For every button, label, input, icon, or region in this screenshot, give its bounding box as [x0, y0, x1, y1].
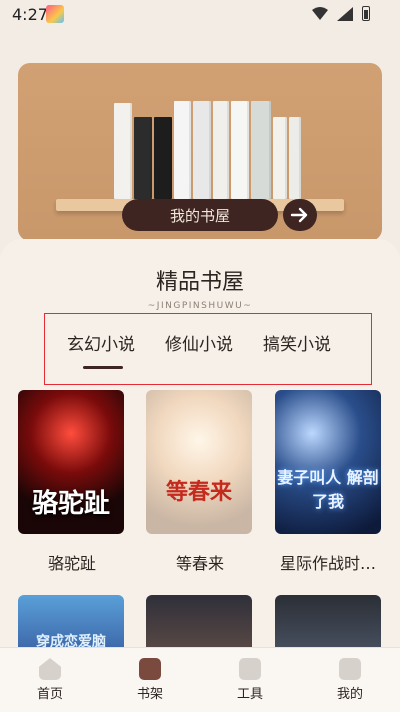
- book-cover[interactable]: [146, 595, 252, 655]
- book-spine: [114, 103, 132, 199]
- tab-comedy[interactable]: 搞笑小说: [263, 330, 331, 355]
- book-title[interactable]: 等春来: [142, 550, 258, 574]
- book-spine: [174, 101, 191, 199]
- my-bookhouse-button[interactable]: 我的书屋: [122, 199, 278, 231]
- book-spine: [231, 101, 249, 199]
- nav-label: 我的: [336, 687, 363, 702]
- cover-title: 等春来: [165, 479, 232, 505]
- app-notification-icon: [46, 5, 64, 23]
- book-cover[interactable]: 等春来: [146, 390, 252, 534]
- home-icon: [39, 658, 61, 680]
- nav-bookshelf[interactable]: 书架: [120, 658, 180, 702]
- book-spine: [273, 117, 287, 199]
- active-tab-indicator: [83, 366, 123, 369]
- book-cover[interactable]: 穿成恋爱脑: [18, 595, 124, 655]
- nav-tools[interactable]: 工具: [220, 658, 280, 702]
- tab-xianxia[interactable]: 修仙小说: [165, 330, 233, 355]
- profile-icon: [339, 658, 361, 680]
- book-cover[interactable]: 骆驼趾: [18, 390, 124, 534]
- nav-profile[interactable]: 我的: [320, 658, 380, 702]
- book-spine: [154, 117, 172, 199]
- bottom-nav: 首页 书架 工具 我的: [0, 647, 400, 712]
- book-spine: [251, 101, 271, 199]
- signal-icon: [337, 6, 353, 21]
- book-title[interactable]: 星际作战时…: [270, 550, 386, 574]
- nav-label: 首页: [36, 687, 63, 702]
- book-spine: [193, 101, 211, 199]
- wifi-icon: [312, 6, 328, 20]
- book-title[interactable]: 骆驼趾: [14, 550, 130, 574]
- arrow-right-icon: [290, 207, 308, 223]
- status-icons: [312, 6, 370, 21]
- my-bookhouse-label: 我的书屋: [169, 206, 230, 225]
- tab-fantasy[interactable]: 玄幻小说: [67, 330, 135, 355]
- bookshelf-icon: [139, 658, 161, 680]
- battery-icon: [362, 6, 370, 21]
- section-subtitle: ~JINGPINSHUWU~: [147, 301, 253, 311]
- tools-icon: [239, 658, 261, 680]
- bookshelf-illustration: [114, 101, 301, 199]
- book-cover[interactable]: [275, 595, 381, 655]
- book-cover[interactable]: 妻子叫人 解剖了我: [275, 390, 381, 534]
- cover-title: 骆驼趾: [31, 489, 110, 519]
- nav-home[interactable]: 首页: [20, 658, 80, 702]
- nav-label: 书架: [136, 687, 163, 702]
- book-spine: [134, 117, 152, 199]
- cover-title: 妻子叫人 解剖了我: [277, 468, 379, 511]
- nav-label: 工具: [236, 687, 263, 702]
- book-spine: [213, 101, 229, 199]
- arrow-right-button[interactable]: [283, 199, 317, 231]
- section-title: 精品书屋: [155, 270, 244, 295]
- book-spine: [289, 117, 301, 199]
- hero-banner: 我的书屋: [18, 63, 382, 241]
- status-bar: 4:27: [0, 0, 400, 30]
- status-time: 4:27: [12, 5, 48, 24]
